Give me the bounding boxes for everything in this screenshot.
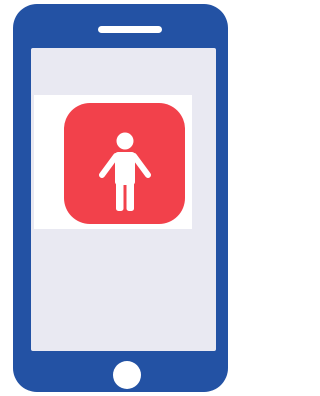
home-button[interactable]	[113, 361, 141, 389]
person-icon	[99, 132, 151, 211]
phone-illustration	[0, 0, 240, 396]
app-card	[34, 95, 192, 229]
app-icon[interactable]	[64, 103, 185, 224]
phone-speaker	[98, 26, 162, 33]
